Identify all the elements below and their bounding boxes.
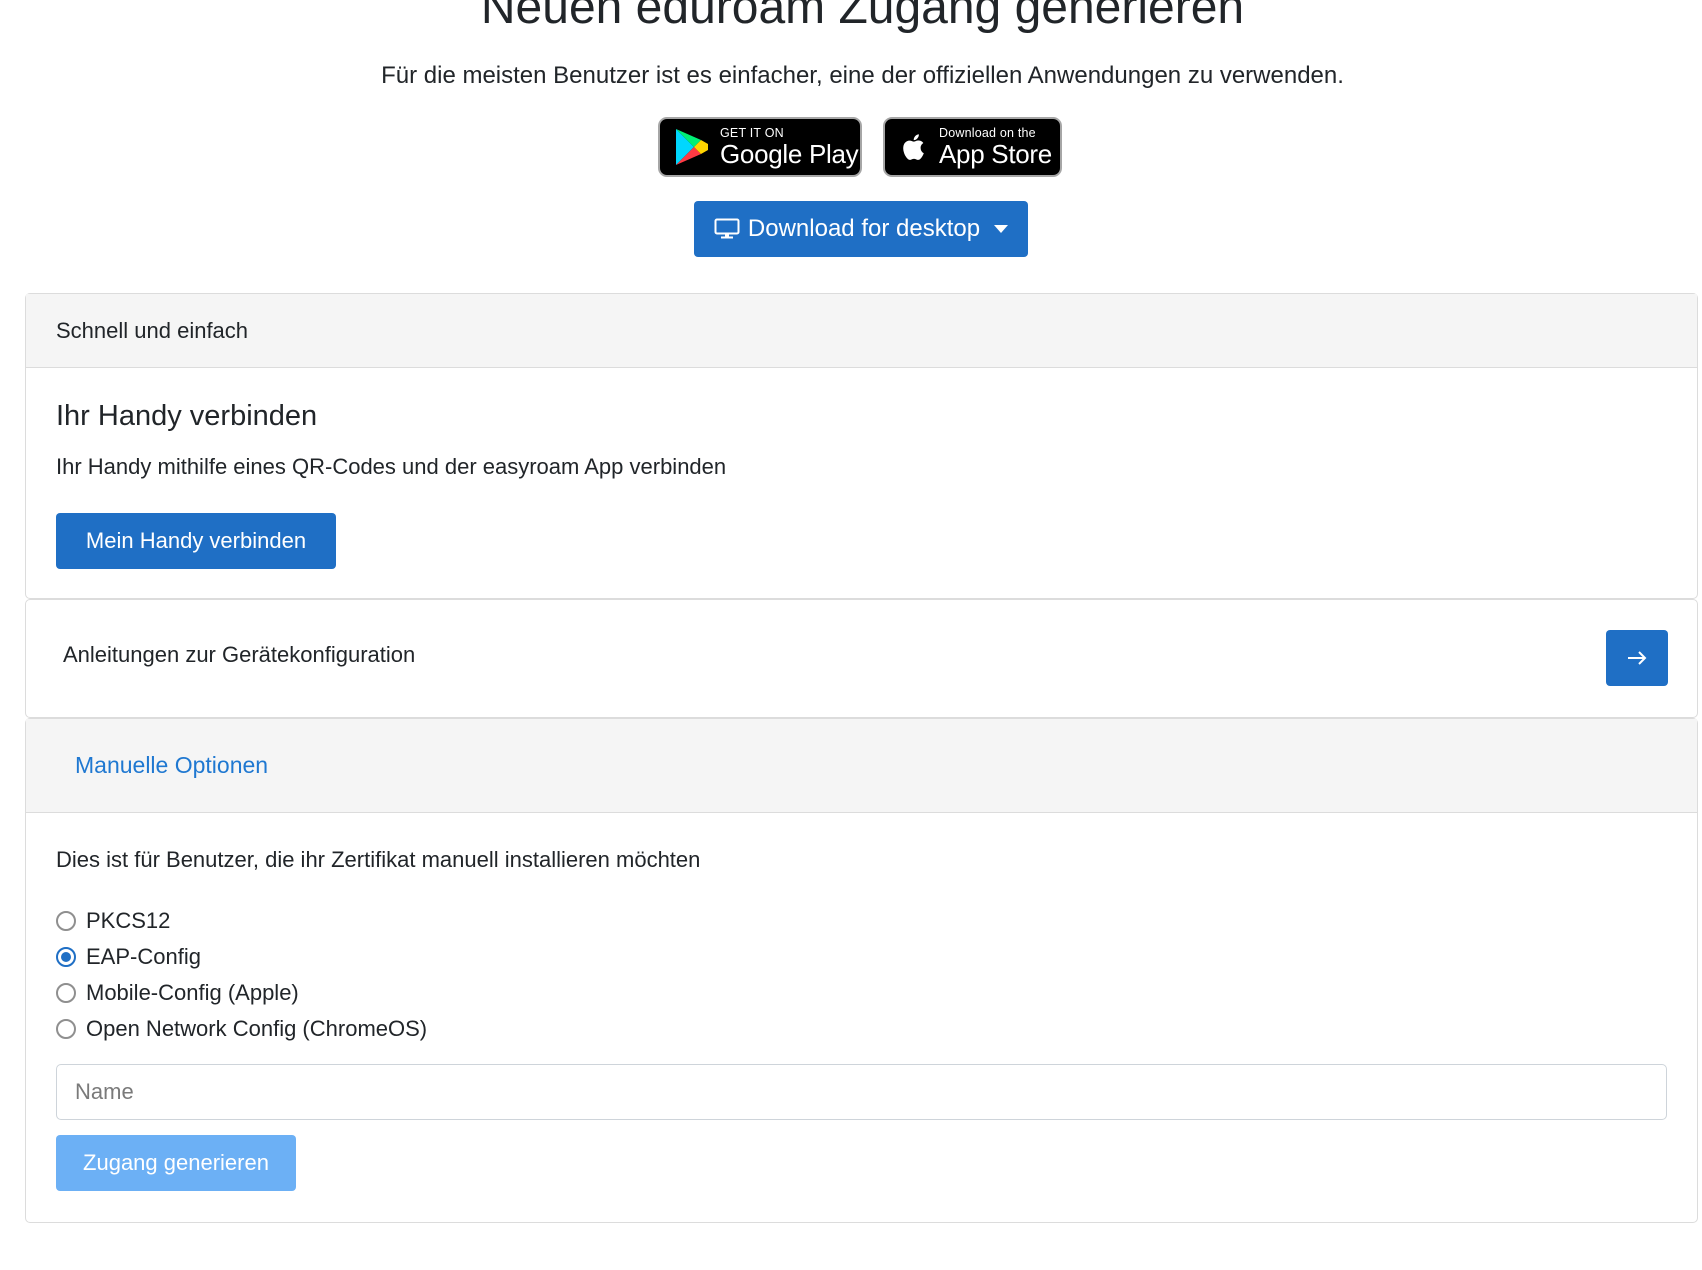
radio-button[interactable]	[56, 911, 76, 931]
format-radio-group: PKCS12 EAP-Config Mobile-Config (Apple) …	[56, 903, 427, 1047]
radio-label: Mobile-Config (Apple)	[86, 980, 299, 1005]
radio-option-eap-config[interactable]: EAP-Config	[56, 939, 427, 975]
radio-label: EAP-Config	[86, 944, 201, 969]
radio-button[interactable]	[56, 983, 76, 1003]
page-subtitle: Für die meisten Benutzer ist es einfache…	[381, 62, 1344, 89]
radio-option-mobile-config[interactable]: Mobile-Config (Apple)	[56, 975, 427, 1011]
generate-access-button[interactable]: Zugang generieren	[56, 1135, 296, 1191]
connect-phone-title: Ihr Handy verbinden	[56, 400, 318, 432]
radio-label: PKCS12	[86, 908, 171, 933]
app-store-big-text: App Store	[939, 139, 1052, 170]
manual-options-description: Dies ist für Benutzer, die ihr Zertifika…	[56, 847, 701, 872]
arrow-right-icon	[1628, 651, 1647, 665]
radio-option-open-network-config[interactable]: Open Network Config (ChromeOS)	[56, 1011, 427, 1047]
page-title: Neuen eduroam Zugang generieren	[480, 0, 1245, 34]
google-play-big-text: Google Play	[720, 139, 859, 170]
google-play-icon	[676, 129, 708, 165]
radio-option-pkcs12[interactable]: PKCS12	[56, 903, 427, 939]
radio-button[interactable]	[56, 1019, 76, 1039]
device-guides-card[interactable]: Anleitungen zur Gerätekonfiguration	[25, 599, 1698, 718]
connect-phone-button[interactable]: Mein Handy verbinden	[56, 513, 336, 569]
manual-options-toggle[interactable]: Manuelle Optionen	[26, 719, 1697, 813]
download-desktop-label: Download for desktop	[747, 215, 981, 242]
radio-button-selected[interactable]	[56, 947, 76, 967]
connect-phone-text: Ihr Handy mithilfe eines QR-Codes und de…	[56, 454, 727, 479]
monitor-icon	[714, 218, 740, 239]
name-input[interactable]	[56, 1064, 1667, 1120]
download-desktop-button[interactable]: Download for desktop	[694, 201, 1028, 257]
caret-down-icon	[994, 225, 1009, 233]
apple-icon	[903, 134, 924, 160]
quick-connect-card: Schnell und einfach Ihr Handy verbinden …	[25, 293, 1698, 599]
app-store-badge[interactable]: Download on the App Store	[883, 117, 1062, 177]
page: Neuen eduroam Zugang generieren Für die …	[0, 0, 1702, 1270]
manual-options-card: Manuelle Optionen Dies ist für Benutzer,…	[25, 718, 1698, 1223]
app-store-small-text: Download on the	[939, 125, 1036, 140]
google-play-badge[interactable]: GET IT ON Google Play	[658, 117, 862, 177]
device-guides-button[interactable]	[1606, 630, 1668, 686]
quick-card-header: Schnell und einfach	[26, 294, 1697, 368]
google-play-small-text: GET IT ON	[720, 125, 784, 140]
device-guides-label: Anleitungen zur Gerätekonfiguration	[63, 642, 416, 667]
radio-label: Open Network Config (ChromeOS)	[86, 1016, 428, 1041]
